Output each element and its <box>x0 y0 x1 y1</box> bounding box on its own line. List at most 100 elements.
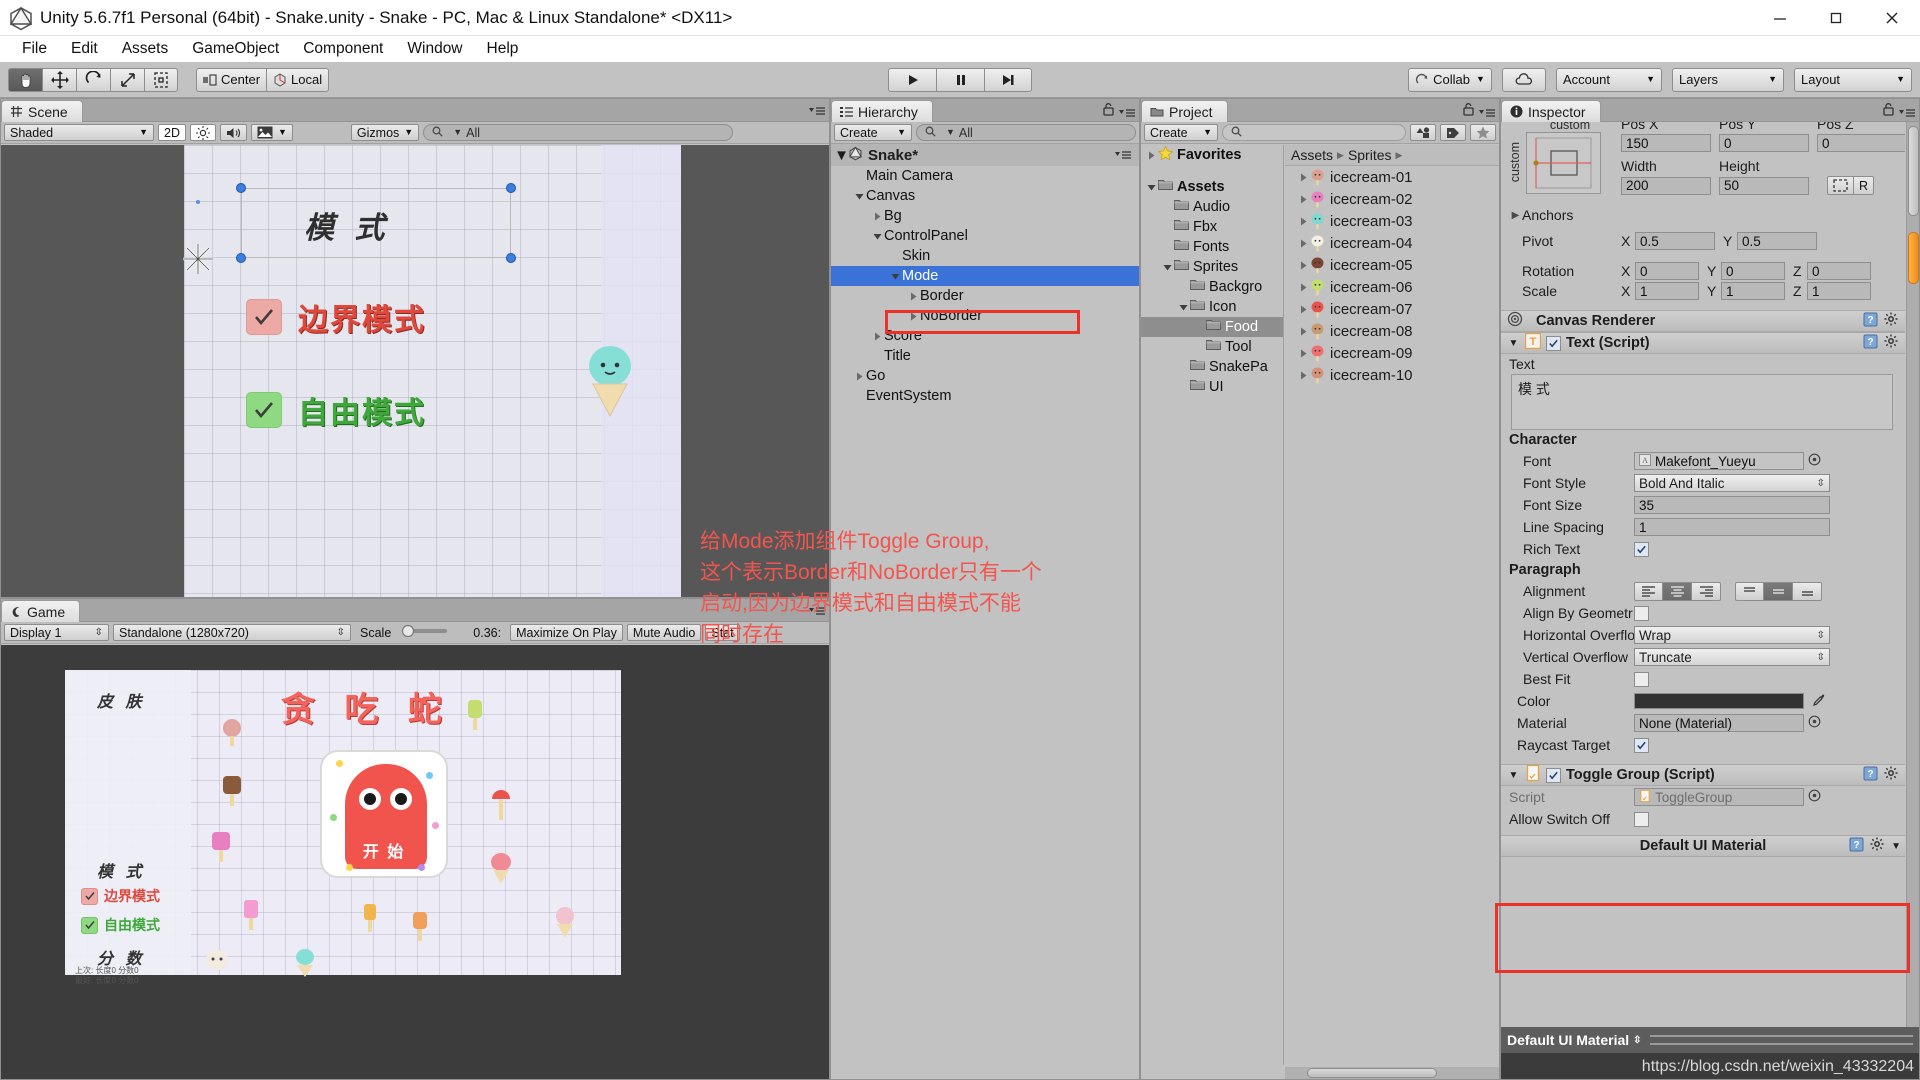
inspector-scrollbar[interactable] <box>1906 122 1919 1027</box>
hierarchy-item-canvas[interactable]: Canvas <box>831 186 1139 206</box>
anchors-row[interactable]: ▶ Anchors <box>1501 204 1574 226</box>
gear-icon[interactable] <box>1884 312 1899 331</box>
help-icon[interactable]: ? <box>1849 837 1864 856</box>
align-bottom-icon[interactable] <box>1793 581 1822 601</box>
scale-y-field[interactable]: 1 <box>1721 282 1785 300</box>
game-display-dropdown[interactable]: Display 1 ⇳ <box>4 624 109 641</box>
object-picker-icon[interactable] <box>1808 715 1821 731</box>
eyedropper-icon[interactable] <box>1812 693 1826 710</box>
layout-button[interactable]: Layout ▼ <box>1794 67 1912 92</box>
text-value-textarea[interactable]: 模 式 <box>1511 374 1893 430</box>
asset-item[interactable]: icecream-08 <box>1285 320 1499 342</box>
hierarchy-item-eventsystem[interactable]: EventSystem <box>831 386 1139 406</box>
scene-panel-menu[interactable] <box>809 103 825 115</box>
chevron-right-icon[interactable] <box>1297 349 1310 358</box>
project-folder-snakepa[interactable]: SnakePa <box>1141 357 1283 377</box>
rotation-z-field[interactable]: 0 <box>1807 262 1871 280</box>
account-button[interactable]: Account ▼ <box>1556 67 1662 92</box>
scale-z-field[interactable]: 1 <box>1807 282 1871 300</box>
gear-icon[interactable] <box>1884 334 1899 353</box>
type-filter-icon[interactable] <box>1410 124 1436 141</box>
tab-game[interactable]: Game <box>1 600 81 622</box>
best-fit-checkbox[interactable] <box>1634 671 1649 687</box>
image-effects-icon[interactable]: ▼ <box>250 124 293 141</box>
chevron-right-icon[interactable] <box>1297 173 1310 182</box>
font-size-field[interactable]: 35 <box>1634 496 1830 514</box>
toggle-group-header[interactable]: ▼ Toggle Group (Script) ? <box>1501 764 1905 786</box>
project-folder-sprites[interactable]: Sprites <box>1141 257 1283 277</box>
hierarchy-item-noborder[interactable]: NoBorder <box>831 306 1139 326</box>
horizontal-overflow-dropdown[interactable]: Wrap ⇳ <box>1634 626 1830 644</box>
play-button[interactable] <box>888 67 936 92</box>
asset-item[interactable]: icecream-07 <box>1285 298 1499 320</box>
scene-context-menu-icon[interactable] <box>1115 147 1131 164</box>
inspector-scroll-thumb[interactable] <box>1908 232 1919 284</box>
pivot-y-field[interactable]: 0.5 <box>1737 232 1817 250</box>
tab-hierarchy[interactable]: Hierarchy <box>831 100 933 122</box>
allow-switch-off-checkbox[interactable] <box>1634 811 1649 827</box>
vertical-overflow-dropdown[interactable]: Truncate ⇳ <box>1634 648 1830 666</box>
object-picker-icon[interactable] <box>1808 453 1821 469</box>
game-mute-audio-button[interactable]: Mute Audio <box>626 624 702 641</box>
hierarchy-item-mode[interactable]: Mode <box>831 266 1139 286</box>
inspector-scroll-thumb-top[interactable] <box>1908 126 1919 216</box>
project-folder-audio[interactable]: Audio <box>1141 197 1283 217</box>
hierarchy-item-score[interactable]: Score <box>831 326 1139 346</box>
checkbox-checked-icon[interactable] <box>81 887 98 905</box>
asset-item[interactable]: icecream-04 <box>1285 232 1499 254</box>
align-center-icon[interactable] <box>1663 581 1692 601</box>
scene-search-input[interactable]: ▼ All <box>423 124 734 141</box>
help-icon[interactable]: ? <box>1863 312 1878 331</box>
chevron-right-icon[interactable] <box>871 332 884 341</box>
chevron-right-icon[interactable] <box>1297 195 1310 204</box>
game-resolution-dropdown[interactable]: Standalone (1280x720) ⇳ <box>113 624 351 641</box>
hierarchy-item-border[interactable]: Border <box>831 286 1139 306</box>
game-start-panel[interactable]: 开 始 <box>320 750 448 878</box>
chevron-down-icon[interactable] <box>1177 303 1190 312</box>
align-right-icon[interactable] <box>1692 581 1721 601</box>
project-folder-food[interactable]: Food <box>1141 317 1283 337</box>
project-folder-icon[interactable]: Icon <box>1141 297 1283 317</box>
chevron-down-icon[interactable]: ▼ <box>1891 841 1901 852</box>
lock-icon[interactable] <box>1103 103 1114 116</box>
chevron-right-icon[interactable] <box>1297 327 1310 336</box>
rotation-y-field[interactable]: 0 <box>1721 262 1785 280</box>
layers-button[interactable]: Layers ▼ <box>1672 67 1784 92</box>
align-top-icon[interactable] <box>1735 581 1764 601</box>
maximize-icon[interactable] <box>1808 0 1864 36</box>
project-hscroll-thumb[interactable] <box>1307 1068 1437 1078</box>
project-create-button[interactable]: Create ▼ <box>1144 124 1218 141</box>
text-script-header[interactable]: ▼ T Text (Script) ? <box>1501 332 1905 354</box>
tab-inspector[interactable]: Inspector <box>1501 100 1601 122</box>
project-folder-ui[interactable]: UI <box>1141 377 1283 397</box>
scene-gizmos-dropdown[interactable]: Gizmos ▼ <box>350 124 420 141</box>
selection-handle-bl[interactable] <box>236 253 246 263</box>
chevron-right-icon[interactable] <box>1297 217 1310 226</box>
rich-text-checkbox[interactable] <box>1634 541 1649 557</box>
chevron-down-icon[interactable]: ▼ <box>834 147 849 164</box>
width-field[interactable]: 200 <box>1621 176 1711 195</box>
chevron-down-icon[interactable]: ▼ <box>1507 770 1520 781</box>
game-viewport[interactable]: 皮 肤 模 式 边界模式 自由模式 分 数 贪 吃 蛇 开 始 上次: 长度0 … <box>1 645 829 1079</box>
hand-tool-button[interactable] <box>8 67 42 92</box>
gear-icon[interactable] <box>1870 837 1885 856</box>
asset-item[interactable]: icecream-01 <box>1285 166 1499 188</box>
hierarchy-create-button[interactable]: Create ▼ <box>834 124 912 141</box>
collab-button[interactable]: Collab ▼ <box>1408 67 1492 92</box>
chevron-right-icon[interactable] <box>1297 283 1310 292</box>
material-object-field[interactable]: None (Material) <box>1634 714 1804 732</box>
material-selector[interactable]: Default UI Material ⇳ <box>1507 1032 1642 1048</box>
hierarchy-scene-root[interactable]: ▼ Snake* <box>831 144 1139 166</box>
toggle-group-enabled-checkbox[interactable] <box>1546 767 1561 783</box>
pivot-rotation-button[interactable]: Local <box>266 67 330 92</box>
scale-x-field[interactable]: 1 <box>1635 282 1699 300</box>
blueprint-mode-icon[interactable] <box>1827 176 1854 195</box>
chevron-down-icon[interactable] <box>889 272 902 281</box>
project-folder-assets[interactable]: Assets <box>1141 177 1283 197</box>
hierarchy-search-input[interactable]: ▼ All <box>916 124 1136 141</box>
project-folder-backgro[interactable]: Backgro <box>1141 277 1283 297</box>
panel-menu-icon[interactable] <box>1899 105 1915 117</box>
pos-y-field[interactable]: 0 <box>1719 134 1809 152</box>
chevron-down-icon[interactable]: ▼ <box>1507 338 1520 349</box>
align-left-icon[interactable] <box>1634 581 1663 601</box>
